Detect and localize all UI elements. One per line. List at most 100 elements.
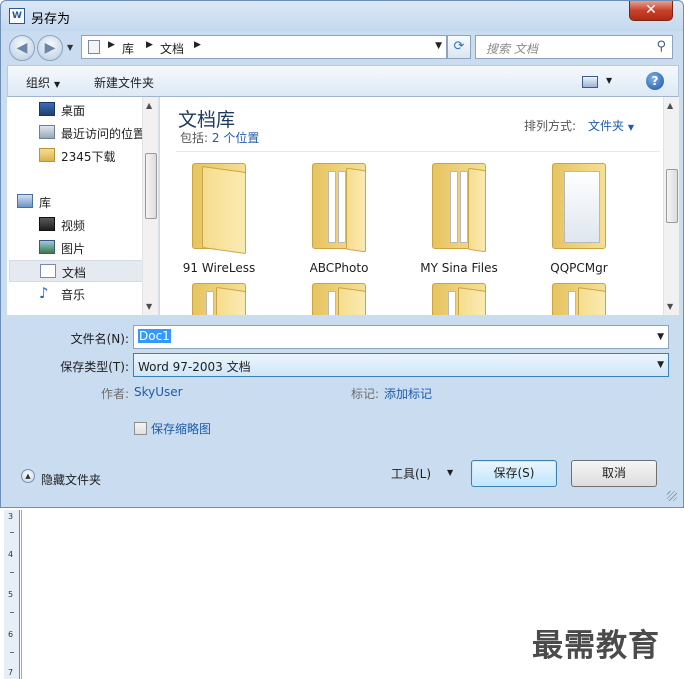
help-icon[interactable]: ? — [646, 72, 664, 90]
author-value[interactable]: SkyUser — [134, 385, 183, 399]
scroll-down-icon[interactable]: ▼ — [667, 302, 673, 311]
folder-tile[interactable] — [164, 279, 274, 315]
save-thumbnail-checkbox[interactable] — [134, 422, 147, 435]
recent-pages-dropdown-icon[interactable]: ▼ — [67, 43, 73, 52]
video-icon — [39, 217, 55, 231]
folder-tile[interactable] — [404, 279, 514, 315]
dialog-title: 另存为 — [31, 12, 71, 27]
close-button[interactable]: ✕ — [629, 1, 673, 21]
sidebar-item-libraries[interactable]: 库 — [0, 191, 121, 213]
file-list-pane[interactable]: 文档库 包括: 2 个位置 排列方式: 文件夹 ▼ 91 WireLess AB… — [160, 97, 679, 315]
desktop-icon — [39, 102, 55, 116]
filetype-select[interactable]: Word 97-2003 文档 ▼ — [133, 353, 669, 377]
folder-tile[interactable]: ABCPhoto — [284, 159, 394, 279]
scroll-up-icon[interactable]: ▲ — [667, 101, 673, 110]
search-icon[interactable]: ⚲ — [656, 39, 666, 54]
sidebar-item-recent[interactable]: 最近访问的位置 — [9, 122, 146, 144]
sidebar-item-label: 图片 — [61, 242, 86, 256]
ruler-number: 5 — [8, 590, 14, 599]
folder-icon — [550, 159, 608, 255]
scrollbar-thumb[interactable] — [145, 153, 157, 219]
ruler-number: 6 — [8, 630, 14, 639]
sidebar-item-label: 最近访问的位置 — [61, 127, 146, 141]
pictures-icon — [39, 240, 55, 254]
refresh-button[interactable]: ⟳ — [447, 35, 471, 59]
watermark-logo: 最需教育 — [532, 628, 660, 664]
includes-label: 包括: — [180, 131, 209, 145]
scroll-up-icon[interactable]: ▲ — [146, 101, 152, 110]
sidebar-item-label: 桌面 — [61, 104, 86, 118]
tags-field[interactable]: 添加标记 — [384, 385, 432, 402]
filename-label: 文件名(N): — [70, 332, 129, 346]
cancel-button[interactable]: 取消 — [571, 460, 657, 487]
documents-icon — [40, 264, 56, 278]
ruler-tick — [10, 612, 14, 613]
chevron-down-icon: ▼ — [54, 80, 61, 89]
navigation-pane[interactable]: 桌面 最近访问的位置 2345下载 库 视频 图片 文档 ♪ 音乐 ▲ ▼ — [7, 97, 159, 315]
change-view-icon[interactable] — [582, 76, 598, 88]
scrollbar-thumb[interactable] — [666, 169, 678, 223]
filename-field[interactable]: Doc1 ▼ — [133, 325, 669, 349]
folder-tile[interactable]: QQPCMgr — [524, 159, 634, 279]
organize-button[interactable]: 组织 ▼ — [26, 74, 60, 91]
library-includes: 包括: 2 个位置 — [180, 129, 259, 146]
file-list-scrollbar[interactable]: ▲ ▼ — [663, 97, 679, 315]
folder-tile[interactable]: 91 WireLess — [164, 159, 274, 279]
recent-places-icon — [39, 125, 55, 139]
chevron-down-icon[interactable]: ▼ — [657, 360, 664, 370]
filename-value[interactable]: Doc1 — [138, 329, 171, 343]
address-dropdown-icon[interactable]: ▼ — [435, 41, 442, 51]
back-button[interactable]: ◀ — [9, 35, 35, 61]
chevron-down-icon: ▼ — [627, 123, 634, 132]
organize-label: 组织 — [26, 76, 51, 90]
folder-icon — [310, 279, 368, 315]
view-options-dropdown-icon[interactable]: ▼ — [606, 76, 612, 85]
title-bar[interactable]: W 另存为 ✕ — [1, 1, 683, 31]
forward-button[interactable]: ▶ — [37, 35, 63, 61]
search-placeholder: 搜索 文档 — [486, 42, 538, 56]
author-label: 作者: — [101, 387, 130, 401]
breadcrumb-library[interactable]: 库 — [122, 40, 134, 57]
sidebar-item-desktop[interactable]: 桌面 — [9, 99, 143, 121]
library-title: 文档库 — [178, 109, 236, 131]
sidebar-item-2345-downloads[interactable]: 2345下载 — [9, 145, 143, 167]
sidebar-scrollbar[interactable]: ▲ ▼ — [142, 97, 158, 315]
ruler-number: 4 — [8, 550, 14, 559]
ruler-number: 3 — [8, 512, 14, 521]
save-as-dialog: W 另存为 ✕ ◀ ▶ ▼ ▶ 库 ▶ 文档 ▶ ▼ ⟳ 搜索 文档 ⚲ 组织 ▼… — [0, 0, 684, 508]
folder-icon — [430, 159, 488, 255]
ruler-tick — [10, 532, 14, 533]
includes-locations-link[interactable]: 2 个位置 — [212, 131, 259, 145]
address-bar[interactable]: ▶ 库 ▶ 文档 ▶ ▼ — [81, 35, 447, 59]
chevron-right-icon[interactable]: ▶ — [108, 40, 115, 50]
arrange-by-dropdown[interactable]: 文件夹 ▼ — [588, 117, 634, 134]
search-input[interactable]: 搜索 文档 ⚲ — [475, 35, 673, 59]
new-folder-button[interactable]: 新建文件夹 — [94, 74, 154, 91]
chevron-right-icon[interactable]: ▶ — [194, 40, 201, 50]
folder-tile[interactable]: MY Sina Files — [404, 159, 514, 279]
save-button[interactable]: 保存(S) — [471, 460, 557, 487]
sidebar-item-videos[interactable]: 视频 — [9, 214, 143, 236]
tools-dropdown-icon[interactable]: ▼ — [447, 468, 453, 477]
filetype-value: Word 97-2003 文档 — [138, 360, 251, 374]
hide-folders-button[interactable]: 隐藏文件夹 — [41, 471, 101, 488]
chevron-right-icon[interactable]: ▶ — [146, 40, 153, 50]
save-thumbnail-label[interactable]: 保存缩略图 — [151, 420, 211, 437]
sidebar-item-music[interactable]: ♪ 音乐 — [9, 283, 143, 305]
hide-folders-toggle-icon[interactable]: ▲ — [21, 469, 35, 483]
sidebar-item-label: 2345下载 — [61, 150, 116, 164]
folder-icon — [550, 279, 608, 315]
ruler-tick — [10, 572, 14, 573]
scroll-down-icon[interactable]: ▼ — [146, 302, 152, 311]
sidebar-item-documents[interactable]: 文档 — [9, 260, 143, 282]
folder-tile[interactable] — [284, 279, 394, 315]
tools-button[interactable]: 工具(L) — [391, 465, 431, 482]
breadcrumb-documents[interactable]: 文档 — [160, 40, 184, 57]
folder-icon — [39, 148, 55, 162]
filename-history-dropdown-icon[interactable]: ▼ — [657, 332, 664, 342]
sidebar-item-pictures[interactable]: 图片 — [9, 237, 143, 259]
resize-grip[interactable] — [667, 491, 677, 501]
documents-location-icon — [88, 40, 100, 54]
sidebar-item-label: 库 — [39, 196, 52, 210]
folder-tile[interactable] — [524, 279, 634, 315]
